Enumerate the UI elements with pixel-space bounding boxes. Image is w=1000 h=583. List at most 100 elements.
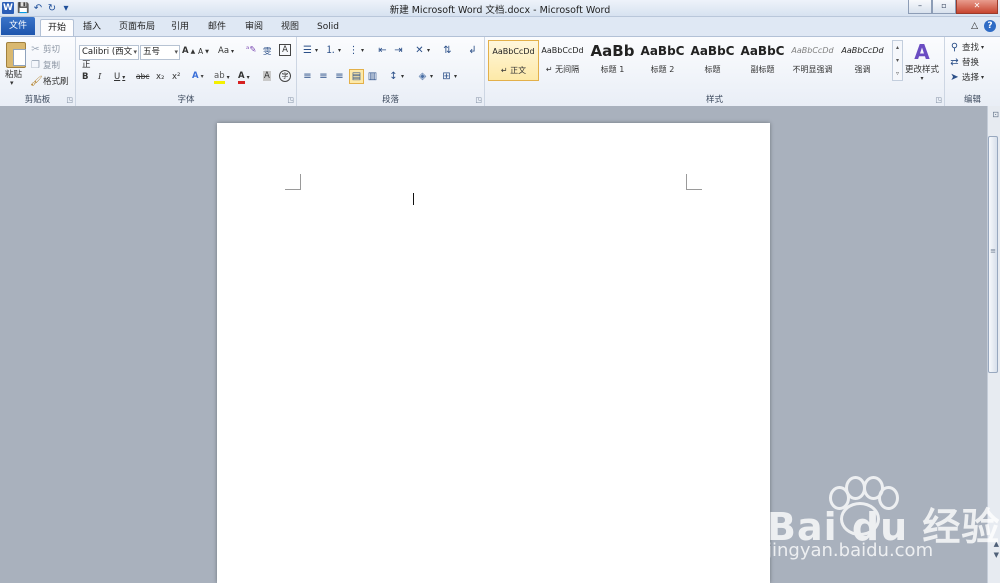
chevron-down-icon: ▾ <box>920 75 924 82</box>
style-item-subtle-emphasis[interactable]: AaBbCcDd 不明显强调 <box>788 40 837 79</box>
find-button[interactable]: ⚲ 查找 ▾ <box>949 41 984 54</box>
style-item-normal[interactable]: AaBbCcDd ↵ 正文 <box>488 40 539 81</box>
copy-button[interactable]: ❐ 复制 <box>30 59 61 72</box>
paragraph-launcher-icon[interactable]: ◳ <box>475 96 482 104</box>
maximize-button[interactable]: ▫ <box>932 0 956 14</box>
tab-view[interactable]: 视图 <box>276 19 304 35</box>
paste-icon[interactable] <box>6 42 26 68</box>
close-button[interactable]: ✕ <box>956 0 998 14</box>
tab-mailings[interactable]: 邮件 <box>203 19 231 35</box>
minimize-button[interactable]: – <box>908 0 932 14</box>
style-item-emphasis[interactable]: AaBbCcDd 强调 <box>838 40 887 79</box>
align-right-icon[interactable]: ≡ <box>334 71 345 82</box>
clear-format-button[interactable]: ᵃ✎ <box>246 45 256 55</box>
chinese-layout-button[interactable]: ✕ ▾ <box>414 45 430 56</box>
format-painter-button[interactable]: 🖌 格式刷 <box>30 75 69 88</box>
gallery-scroll[interactable]: ▴ ▾ ▿ <box>892 40 903 81</box>
font-name-combo[interactable]: Calibri (西文正 ▾ <box>79 45 139 70</box>
multilevel-list-button[interactable]: ⋮ ▾ <box>348 45 365 56</box>
paragraph-group-label: 段落 <box>381 95 399 105</box>
bullets-icon: ☰ <box>303 45 312 56</box>
style-item-no-spacing[interactable]: AaBbCcDd ↵ 无间隔 <box>538 40 587 79</box>
italic-button[interactable]: I <box>98 72 101 82</box>
font-name-value: Calibri (西文正 <box>82 47 133 70</box>
tab-review[interactable]: 审阅 <box>240 19 268 35</box>
decrease-indent-icon[interactable]: ⇤ <box>377 45 388 56</box>
phonetic-guide-icon[interactable]: 雯 <box>263 45 272 57</box>
text-effects-button[interactable]: A ▾ <box>192 71 204 81</box>
clipboard-group: 粘贴 ▾ ✂ 剪切 ❐ 复制 🖌 格式刷 剪贴板 ◳ <box>0 37 76 106</box>
tab-references[interactable]: 引用 <box>166 19 194 35</box>
bullets-button[interactable]: ☰ ▾ <box>302 45 318 56</box>
watermark-url: jingyan.baidu.com <box>767 540 934 561</box>
document-page[interactable] <box>217 123 770 583</box>
change-case-icon: Aa <box>218 46 230 56</box>
clipboard-launcher-icon[interactable]: ◳ <box>66 96 73 104</box>
strikethrough-button[interactable]: abc <box>136 72 149 81</box>
line-spacing-button[interactable]: ↕ ▾ <box>388 71 404 82</box>
editing-group: ⚲ 查找 ▾ ⇄ 替换 ➤ 选择 ▾ 编辑 <box>945 37 1000 106</box>
scrollbar-thumb[interactable] <box>988 136 998 373</box>
style-item-heading-2[interactable]: AaBbC 标题 2 <box>638 40 687 79</box>
highlight-button[interactable]: ab ▾ <box>214 71 230 84</box>
clear-format-icon: ᵃ✎ <box>246 45 257 55</box>
style-preview: AaBbCcDd <box>492 47 535 56</box>
shading-button[interactable]: ◈ ▾ <box>417 71 433 82</box>
enclose-char-icon[interactable]: 字 <box>279 70 291 82</box>
tab-home[interactable]: 开始 <box>40 19 74 36</box>
underline-button[interactable]: U ▾ <box>114 72 125 82</box>
char-shading-icon[interactable]: A <box>263 71 271 81</box>
sort-icon[interactable]: ⇅ <box>442 45 453 56</box>
style-name: 标题 2 <box>650 65 675 74</box>
subscript-button[interactable]: x₂ <box>156 72 164 82</box>
chinese-layout-icon: ✕ <box>415 45 424 56</box>
style-item-subtitle[interactable]: AaBbC 副标题 <box>738 40 787 79</box>
baidu-watermark: Bai du 经验 jingyan.baidu.com <box>765 476 999 578</box>
styles-launcher-icon[interactable]: ◳ <box>935 96 942 104</box>
cut-button[interactable]: ✂ 剪切 <box>30 43 60 56</box>
style-preview: AaBbC <box>690 44 735 58</box>
font-group: Calibri (西文正 ▾ 五号 ▾ A ▲ A ▼ Aa ▾ ᵃ✎ 雯 A B I U… <box>76 37 297 106</box>
select-button[interactable]: ➤ 选择 ▾ <box>949 71 984 84</box>
font-size-combo[interactable]: 五号 ▾ <box>140 45 180 60</box>
font-launcher-icon[interactable]: ◳ <box>287 96 294 104</box>
superscript-button[interactable]: x² <box>172 72 180 82</box>
replace-button[interactable]: ⇄ 替换 <box>949 56 979 69</box>
tab-page-layout[interactable]: 页面布局 <box>114 19 160 35</box>
chevron-down-icon: ▾ <box>133 48 137 56</box>
help-icon[interactable]: ? <box>984 20 996 32</box>
paragraph-group: ☰ ▾ ⒈ ▾ ⋮ ▾ ⇤ ⇥ ✕ ▾ ⇅ ↲ ≡ ≡ ≡ ▤ ▥ ↕ ▾ ◈ ▾ ⊞ ▾ 段… <box>297 37 485 106</box>
style-item-heading-1[interactable]: AaBb 标题 1 <box>588 40 637 79</box>
char-border-button[interactable]: A <box>279 44 291 56</box>
ruler-toggle-icon[interactable]: ⊡ <box>992 110 999 119</box>
paste-dropdown-icon[interactable]: ▾ <box>10 79 14 87</box>
shrink-font-icon: A <box>198 47 204 56</box>
numbering-button[interactable]: ⒈ ▾ <box>325 45 342 56</box>
style-item-title[interactable]: AaBbC 标题 <box>688 40 737 79</box>
ribbon: 粘贴 ▾ ✂ 剪切 ❐ 复制 🖌 格式刷 剪贴板 ◳ Calibri (西文正 ▾ 五号… <box>0 36 1000 107</box>
align-left-icon[interactable]: ≡ <box>302 71 313 82</box>
bold-button[interactable]: B <box>82 72 88 82</box>
style-name: ↵ 无间隔 <box>545 65 580 74</box>
borders-button[interactable]: ⊞ ▾ <box>441 71 457 82</box>
font-color-button[interactable]: A ▾ <box>238 71 250 84</box>
show-marks-icon[interactable]: ↲ <box>467 45 478 56</box>
style-preview: AaBbCcDd <box>791 46 834 55</box>
tab-insert[interactable]: 插入 <box>78 19 106 35</box>
cursor-icon: ➤ <box>950 71 959 83</box>
collapse-ribbon-icon[interactable]: △ <box>971 21 978 31</box>
change-styles-button[interactable]: A 更改样式 ▾ <box>903 41 941 82</box>
tab-file[interactable]: 文件 <box>1 17 35 35</box>
bold-icon: B <box>82 72 89 82</box>
justify-icon[interactable]: ▤ <box>349 69 364 84</box>
grow-font-icon: A <box>182 46 189 56</box>
distributed-icon[interactable]: ▥ <box>367 71 378 82</box>
copy-label: 复制 <box>43 61 61 71</box>
tab-solid[interactable]: Solid <box>312 19 344 35</box>
binoculars-icon: ⚲ <box>950 41 959 53</box>
grow-font-button[interactable]: A ▲ <box>182 46 195 56</box>
change-case-button[interactable]: Aa ▾ <box>218 46 234 56</box>
shrink-font-button[interactable]: A ▼ <box>198 47 209 56</box>
align-center-icon[interactable]: ≡ <box>318 71 329 82</box>
increase-indent-icon[interactable]: ⇥ <box>393 45 404 56</box>
